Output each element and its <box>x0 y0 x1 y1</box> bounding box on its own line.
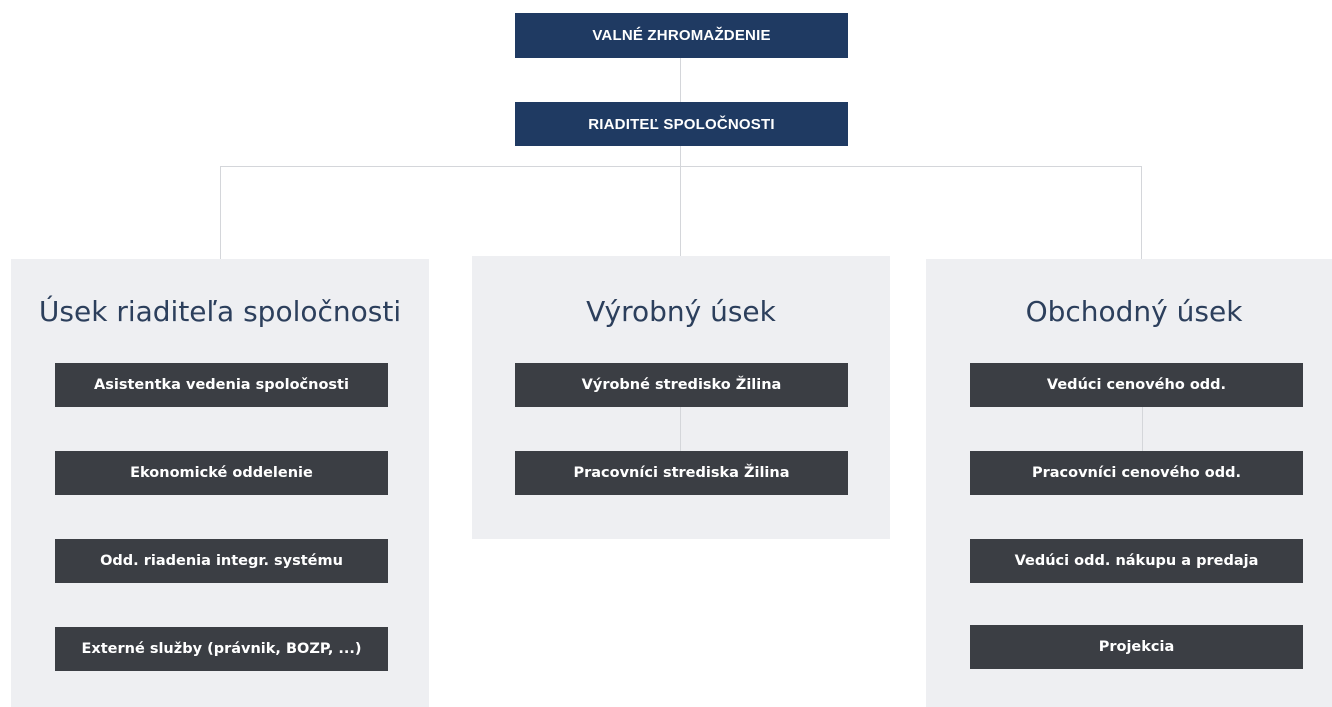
unit-box: Asistentka vedenia spoločnosti <box>55 363 388 407</box>
unit-box: Projekcia <box>970 625 1303 669</box>
unit-box: Odd. riadenia integr. systému <box>55 539 388 583</box>
connector-division-1 <box>220 166 221 259</box>
unit-box: Vedúci cenového odd. <box>970 363 1303 407</box>
unit-box: Externé služby (právnik, BOZP, ...) <box>55 627 388 671</box>
unit-box: Pracovníci cenového odd. <box>970 451 1303 495</box>
director-box: RIADITEĽ SPOLOČNOSTI <box>515 102 848 146</box>
division-title: Úsek riaditeľa spoločnosti <box>38 295 402 328</box>
unit-box: Výrobné stredisko Žilina <box>515 363 848 407</box>
connector-commercial-units <box>1142 407 1143 451</box>
connector-assembly-director <box>680 58 681 102</box>
division-title: Výrobný úsek <box>586 295 776 328</box>
connector-director-vertical <box>680 146 681 256</box>
connector-director-horizontal <box>220 166 1142 167</box>
connector-production-units <box>680 407 681 451</box>
general-assembly-box: VALNÉ ZHROMAŽDENIE <box>515 13 848 58</box>
division-title: Obchodný úsek <box>1025 295 1243 328</box>
unit-box: Ekonomické oddelenie <box>55 451 388 495</box>
unit-box: Vedúci odd. nákupu a predaja <box>970 539 1303 583</box>
unit-box: Pracovníci strediska Žilina <box>515 451 848 495</box>
connector-division-3 <box>1141 166 1142 259</box>
